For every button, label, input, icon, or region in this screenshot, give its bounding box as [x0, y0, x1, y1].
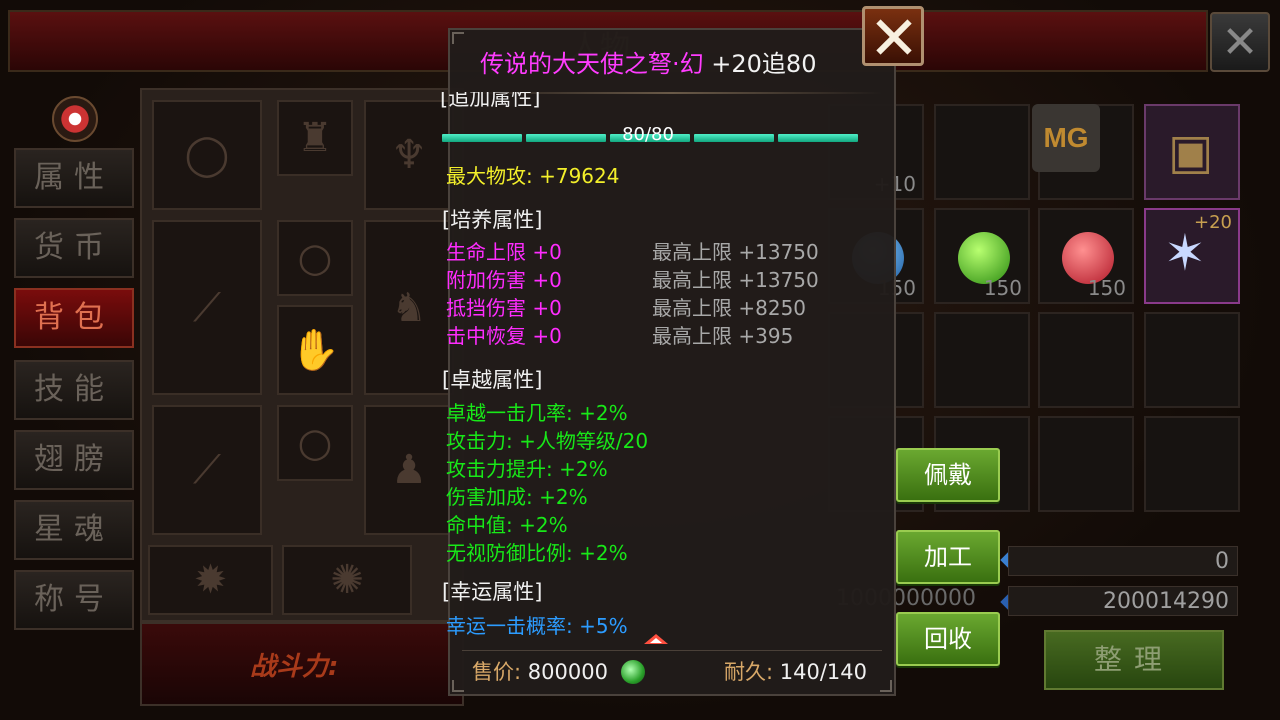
inventory-slot[interactable]: [934, 104, 1030, 200]
equip-slot-wings[interactable]: ♆: [364, 100, 454, 210]
dagger-icon: ⟋: [193, 447, 221, 493]
inventory-slot[interactable]: 150: [1038, 208, 1134, 304]
equip-slot-ring2[interactable]: ○: [277, 405, 353, 481]
helmet-icon: ♜: [297, 115, 333, 161]
corner-decoration: [880, 680, 892, 692]
equip-slot-armor[interactable]: ♞: [364, 220, 454, 395]
inventory-slot-crossbow[interactable]: ✶ +20: [1144, 208, 1240, 304]
green-gem-icon: [620, 660, 645, 684]
footer-divider: [462, 650, 882, 651]
cultivate-stat: 击中恢复 +0: [446, 324, 562, 348]
boots-icon: ♟: [391, 447, 427, 493]
armor-icon: ♞: [391, 284, 427, 331]
combat-power-bar: 战斗力:: [140, 622, 464, 706]
equip-slot-ring[interactable]: ◯: [152, 100, 262, 210]
medal-icon: ✹: [193, 557, 228, 603]
equip-slot-boots[interactable]: ♟: [364, 405, 454, 535]
section-cultivate-label: [培养属性]: [442, 208, 543, 232]
ring2-icon: ○: [297, 420, 333, 466]
tab-titles[interactable]: 称号: [14, 570, 134, 630]
item-name: 传说的大天使之弩·幻: [480, 50, 704, 78]
arrow-inner: [650, 638, 662, 643]
inventory-slot[interactable]: 150: [934, 208, 1030, 304]
ring-icon: ◯: [184, 132, 230, 178]
sort-button[interactable]: 整理: [1044, 630, 1224, 690]
item-count: 150: [983, 276, 1022, 300]
tab-backpack[interactable]: 背包: [14, 288, 134, 348]
scroll-up-arrow-icon[interactable]: [644, 634, 668, 644]
item-title: 传说的大天使之弩·幻 +20追80: [480, 44, 816, 79]
diamond-balance: 0: [1008, 546, 1238, 576]
excellent-stat: 伤害加成: +2%: [446, 485, 588, 509]
item-count: 150: [1087, 276, 1126, 300]
cultivate-cap: 最高上限 +13750: [652, 240, 819, 264]
excellent-stat: 命中值: +2%: [446, 513, 568, 537]
equip-slot-medal1[interactable]: ✹: [148, 545, 273, 615]
tab-currency[interactable]: 货币: [14, 218, 134, 278]
equip-slot-necklace[interactable]: ○: [277, 220, 353, 296]
inventory-slot[interactable]: [1038, 416, 1134, 512]
cultivate-stat: 生命上限 +0: [446, 240, 562, 264]
cultivate-cap: 最高上限 +395: [652, 324, 794, 348]
equip-slot-weapon[interactable]: ⟋: [152, 220, 262, 395]
section-luck-label: [幸运属性]: [442, 580, 543, 604]
durability-value: 140/140: [779, 660, 868, 684]
necklace-icon: ○: [297, 235, 333, 281]
inventory-slot[interactable]: ▣: [1144, 104, 1240, 200]
enhance-badge: +20: [1194, 212, 1232, 233]
extra-progress-bar: 80/80: [442, 124, 858, 146]
tab-star-soul[interactable]: 星魂: [14, 500, 134, 560]
tab-skills[interactable]: 技能: [14, 360, 134, 420]
process-button[interactable]: 加工: [896, 530, 1000, 584]
recycle-button[interactable]: 回收: [896, 612, 1000, 666]
equipment-panel: ◯ ♜ ♆ ⟋ ○ ♞ ✋ ⟋ ○ ♟ ✹ ✺: [140, 88, 464, 622]
character-emblem-icon: [52, 96, 98, 142]
equip-slot-offhand[interactable]: ⟋: [152, 405, 262, 535]
equip-slot-medal2[interactable]: ✺: [282, 545, 412, 615]
cultivate-cap: 最高上限 +13750: [652, 268, 819, 292]
inventory-slot[interactable]: [1038, 312, 1134, 408]
max-attack-stat: 最大物攻: +79624: [446, 164, 620, 188]
price-value: 800000: [527, 660, 608, 684]
section-extra-attributes: [追加属性]: [440, 92, 540, 112]
sword-icon: ⟋: [193, 284, 221, 331]
item-tooltip: 传说的大天使之弩·幻 +20追80 [追加属性] 80/80 最大物攻: +79…: [440, 28, 896, 696]
equip-slot-helmet[interactable]: ♜: [277, 100, 353, 176]
inventory-slot[interactable]: [1144, 312, 1240, 408]
inventory-slot[interactable]: [934, 312, 1030, 408]
equip-slot-gloves[interactable]: ✋: [277, 305, 353, 395]
sell-price: 售价: 800000: [472, 656, 645, 686]
cultivate-stat: 附加伤害 +0: [446, 268, 562, 292]
corner-decoration: [452, 32, 464, 44]
excellent-stat: 攻击力提升: +2%: [446, 457, 608, 481]
excellent-stat: 攻击力: +人物等级/20: [446, 429, 649, 453]
bound-diamond-balance: 200014290: [1008, 586, 1238, 616]
corner-decoration: [452, 680, 464, 692]
equip-button[interactable]: 佩戴: [896, 448, 1000, 502]
medal-icon: ✺: [330, 557, 364, 603]
luck-stat: 幸运一击概率: +5%: [446, 614, 628, 638]
excellent-stat: 卓越一击几率: +2%: [446, 401, 628, 425]
tab-wings[interactable]: 翅膀: [14, 430, 134, 490]
cultivate-cap: 最高上限 +8250: [652, 296, 807, 320]
durability-label: 耐久:: [724, 660, 774, 684]
mg-logo: MG: [1032, 104, 1100, 172]
durability: 耐久: 140/140: [724, 656, 867, 686]
tooltip-close-button[interactable]: [862, 6, 924, 66]
price-label: 售价:: [472, 660, 522, 684]
main-close-button[interactable]: ✕: [1210, 12, 1270, 72]
tab-attributes[interactable]: 属性: [14, 148, 134, 208]
close-icon: ✕: [1221, 17, 1259, 68]
progress-text: 80/80: [622, 124, 674, 145]
section-extra-label: [追加属性]: [440, 92, 541, 110]
cultivate-stat: 抵挡伤害 +0: [446, 296, 562, 320]
section-excellent-label: [卓越属性]: [442, 368, 543, 392]
combat-power-label: 战斗力:: [250, 652, 339, 682]
item-enhance-level: +20追80: [711, 50, 817, 78]
inventory-slot[interactable]: [1144, 416, 1240, 512]
excellent-stat: 无视防御比例: +2%: [446, 541, 628, 565]
chest-icon: ▣: [1168, 124, 1214, 180]
wings-icon: ♆: [391, 132, 427, 178]
gloves-icon: ✋: [290, 327, 340, 374]
